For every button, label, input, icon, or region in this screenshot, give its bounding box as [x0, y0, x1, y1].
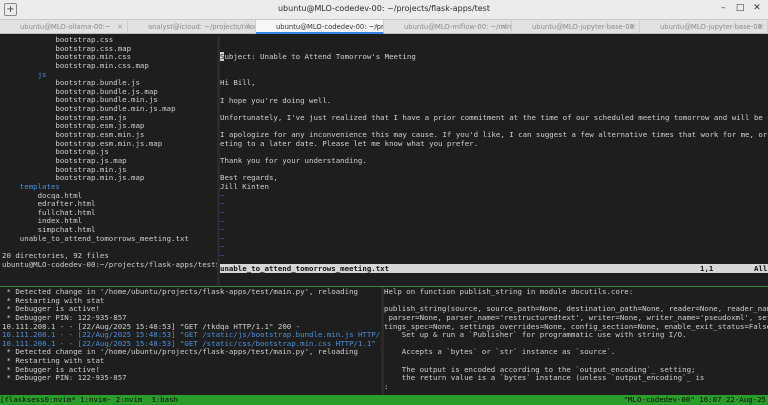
- window-controls: – □ ✕: [716, 3, 764, 13]
- empty-line-tilde: ~: [220, 225, 225, 235]
- editor-line: Thank you for your understanding.: [220, 156, 367, 166]
- empty-line-tilde: ~: [220, 199, 225, 209]
- window-title: ubuntu@MLO-codedev-00: ~/projects/flask-…: [277, 4, 491, 13]
- editor-line: Hi Bill,: [220, 78, 256, 88]
- editor-line: Best regards,: [220, 173, 278, 183]
- status-filename: unable_to_attend_tomorrows_meeting.txt: [220, 264, 390, 273]
- empty-line-tilde: ~: [220, 207, 225, 217]
- empty-line-tilde: ~: [220, 190, 225, 200]
- tab-jupyter-2[interactable]: ubuntu@MLO-jupyter-base-00: ~ ✕: [640, 20, 768, 34]
- help-line: :: [384, 382, 389, 392]
- help-line: Help on function publish_string in modul…: [384, 288, 634, 296]
- maximize-icon[interactable]: □: [733, 3, 747, 13]
- help-line: Accepts a `bytes` or `str` instance as `…: [384, 347, 616, 357]
- close-icon[interactable]: ✕: [750, 3, 764, 13]
- tab-mlflow[interactable]: ubuntu@MLO-mlflow-00: ~/mlruns ✕: [384, 20, 512, 34]
- editor-line: Unfortunately, I've just realized that I…: [220, 112, 768, 122]
- empty-line-tilde: ~: [220, 242, 225, 252]
- close-tab-icon[interactable]: ✕: [245, 20, 251, 34]
- close-tab-icon[interactable]: ✕: [757, 20, 763, 34]
- close-tab-icon[interactable]: ✕: [373, 20, 379, 32]
- tab-codedev[interactable]: ubuntu@MLO-codedev-00: ~/proj...✕: [256, 20, 384, 34]
- editor-line: Subject: Unable to Attend Tomorrow's Mee…: [220, 52, 768, 62]
- editor-line: Jill Kinten: [220, 181, 269, 191]
- tree-line: ubuntu@MLO-codedev-00:~/projects/flask-a…: [2, 259, 217, 269]
- tmux-window-list[interactable]: [flasksess0:nvim* 1:nvim- 2:nvim 3:bash: [0, 395, 178, 405]
- help-line: the return value is a `bytes` instance (…: [384, 373, 705, 383]
- tab-label: analyst@icloud: ~/projects/nilom: [148, 23, 256, 31]
- log-line: * Debugger PIN: 122-935-857: [2, 373, 127, 383]
- nvim-editor-pane[interactable]: Subject: Unable to Attend Tomorrow's Mee…: [220, 36, 768, 264]
- status-position: 1,1: [700, 264, 714, 273]
- python-help-pane[interactable]: Help on function publish_string in modul…: [384, 288, 768, 395]
- tab-ollama[interactable]: ubuntu@MLO-ollama-00:~ ✕: [0, 20, 128, 34]
- tmux-status-bar: [flasksess0:nvim* 1:nvim- 2:nvim 3:bash …: [0, 395, 768, 405]
- tab-label: ubuntu@MLO-jupyter-base-00: ~: [532, 23, 640, 31]
- command-line[interactable]: [220, 273, 768, 286]
- empty-line-tilde: ~: [220, 216, 225, 226]
- tab-label: ubuntu@MLO-mlflow-00: ~/mlruns: [404, 23, 512, 31]
- tab-nilom[interactable]: analyst@icloud: ~/projects/nilom ✕: [128, 20, 256, 34]
- nvim-statusline: unable_to_attend_tomorrows_meeting.txt 1…: [220, 264, 768, 273]
- editor-line: eting to a later date. Please let me kno…: [220, 138, 479, 148]
- empty-line-tilde: ~: [220, 251, 225, 261]
- empty-line-tilde: ~: [220, 233, 225, 243]
- close-tab-icon[interactable]: ✕: [501, 20, 507, 34]
- tab-label: ubuntu@MLO-jupyter-base-00: ~: [660, 23, 768, 31]
- tree-line: unable_to_attend_tomorrows_meeting.txt: [2, 233, 189, 243]
- terminal-tab-bar: ubuntu@MLO-ollama-00:~ ✕ analyst@icloud: …: [0, 20, 768, 34]
- tab-label: ubuntu@MLO-ollama-00:~: [20, 23, 111, 31]
- close-tab-icon[interactable]: ✕: [117, 20, 123, 34]
- directory-tree-pane[interactable]: bootstrap.css bootstrap.css.map bootstra…: [0, 36, 217, 286]
- close-tab-icon[interactable]: ✕: [629, 20, 635, 34]
- editor-line: I hope you're doing well.: [220, 95, 332, 105]
- minimize-icon[interactable]: –: [716, 3, 730, 13]
- tab-label: ubuntu@MLO-codedev-00: ~/proj...: [276, 23, 384, 31]
- flask-log-pane[interactable]: * Detected change in '/home/ubuntu/proje…: [0, 288, 381, 395]
- tab-jupyter-1[interactable]: ubuntu@MLO-jupyter-base-00: ~ ✕: [512, 20, 640, 34]
- status-scroll: All: [754, 264, 768, 273]
- help-line: Set up & run a `Publisher` for programma…: [384, 330, 687, 340]
- editor-line-text: ubject: Unable to Attend Tomorrow's Meet…: [224, 52, 416, 62]
- tmux-host-clock: "MLO-codedev-00" 16:07 22-Aug-25: [623, 395, 766, 404]
- pane-divider-horizontal[interactable]: [0, 286, 768, 287]
- window-titlebar: + ubuntu@MLO-codedev-00: ~/projects/flas…: [0, 0, 768, 20]
